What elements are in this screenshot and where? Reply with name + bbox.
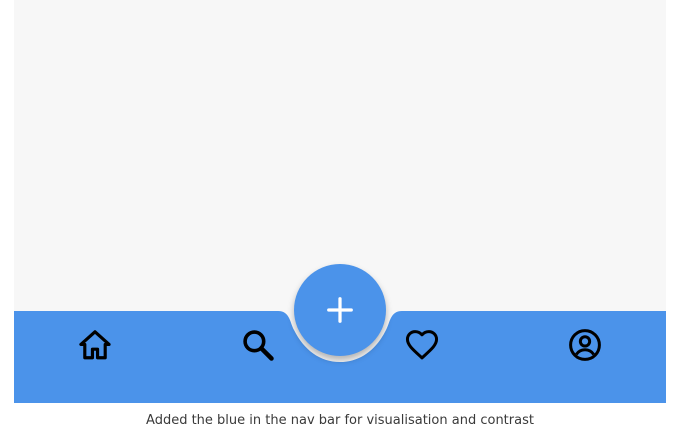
search-icon [243, 330, 274, 361]
image-caption: Added the blue in the nav bar for visual… [146, 413, 534, 428]
account-circle-icon [569, 329, 601, 361]
nav-item-profile[interactable] [567, 327, 603, 363]
app-screen [14, 0, 666, 403]
add-fab-button[interactable] [294, 264, 386, 356]
nav-item-home[interactable] [77, 327, 113, 363]
nav-item-search[interactable] [240, 327, 276, 363]
heart-icon [405, 330, 439, 360]
plus-icon [327, 297, 353, 323]
nav-item-favorites[interactable] [404, 327, 440, 363]
home-icon [79, 330, 111, 360]
screenshot-stage: Added the blue in the nav bar for visual… [0, 0, 680, 432]
